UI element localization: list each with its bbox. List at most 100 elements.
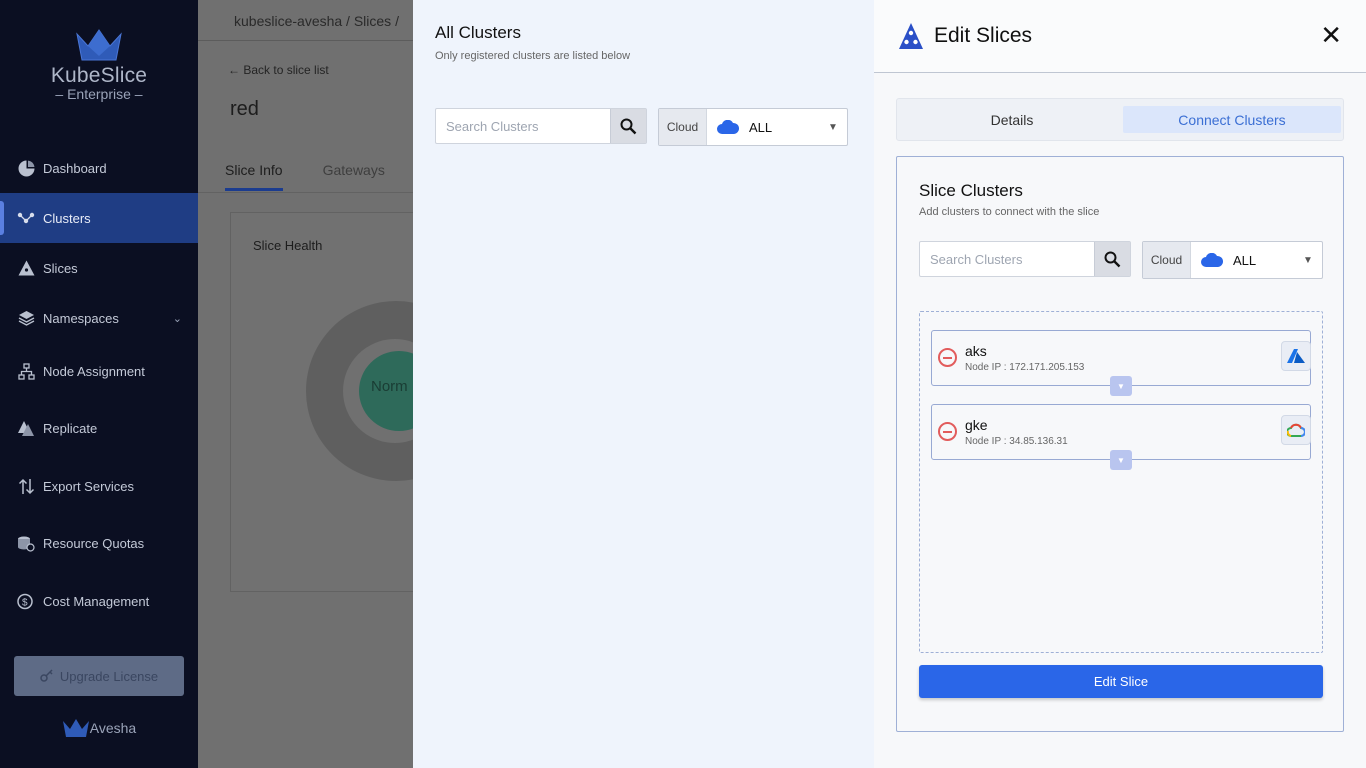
back-link-label: Back to slice list <box>243 63 329 77</box>
svg-text:$: $ <box>22 597 28 608</box>
slices-icon <box>16 258 36 278</box>
sidebar-item-label: Dashboard <box>43 160 107 176</box>
slice-health-card: Slice Health Norm <box>230 212 486 592</box>
sidebar-item-label: Clusters <box>43 210 91 226</box>
sidebar-item-slices[interactable]: Slices <box>0 243 198 293</box>
sidebar-item-cost-management[interactable]: $ Cost Management <box>0 572 198 630</box>
cluster-name: aks <box>965 343 987 359</box>
search-icon <box>1104 251 1121 267</box>
namespaces-icon <box>16 308 36 328</box>
all-clusters-panel: All Clusters Only registered clusters ar… <box>413 0 874 768</box>
remove-cluster-icon[interactable] <box>938 422 957 441</box>
tab-gateways[interactable]: Gateways <box>323 162 385 191</box>
dashboard-icon <box>16 158 36 178</box>
cloud-filter-value: ALL <box>707 109 819 145</box>
azure-icon <box>1281 341 1311 371</box>
slice-logo-icon <box>899 23 923 49</box>
sidebar-item-label: Resource Quotas <box>43 536 145 551</box>
cloud-value-text: ALL <box>749 119 773 135</box>
cluster-node-ip: Node IP : 34.85.136.31 <box>965 436 1068 447</box>
tab-connect-clusters[interactable]: Connect Clusters <box>1123 106 1341 133</box>
sidebar-item-replicate[interactable]: Replicate <box>0 400 198 457</box>
slice-tabs: Slice Info Gateways <box>225 162 385 191</box>
export-services-icon <box>16 476 36 496</box>
expand-chevron-icon[interactable]: ▼ <box>1110 376 1132 396</box>
search-button[interactable] <box>1094 242 1130 276</box>
slice-health-title: Slice Health <box>253 238 323 253</box>
cost-management-icon: $ <box>16 591 36 611</box>
resource-quotas-icon <box>16 534 36 554</box>
node-assignment-icon <box>16 362 36 382</box>
search-button[interactable] <box>610 109 646 143</box>
edit-slices-panel: Edit Slices ✕ Details Connect Clusters S… <box>874 0 1366 768</box>
cloud-filter-label: Cloud <box>1143 242 1191 278</box>
cloud-filter-select[interactable]: Cloud ALL ▼ <box>658 108 848 146</box>
remove-cluster-icon[interactable] <box>938 348 957 367</box>
upgrade-license-button[interactable]: Upgrade License <box>14 656 184 696</box>
cluster-card-aks[interactable]: aks Node IP : 172.171.205.153 ▼ <box>931 330 1311 396</box>
cluster-node-ip: Node IP : 172.171.205.153 <box>965 362 1085 373</box>
caret-down-icon: ▼ <box>828 121 838 133</box>
edit-slices-title: Edit Slices <box>934 24 1033 47</box>
sidebar-item-dashboard[interactable]: Dashboard <box>0 143 198 193</box>
breadcrumb[interactable]: kubeslice-avesha / Slices / <box>234 13 399 29</box>
sidebar-item-export-services[interactable]: Export Services <box>0 457 198 515</box>
sidebar-item-resource-quotas[interactable]: Resource Quotas <box>0 515 198 572</box>
cloud-icon <box>717 120 739 134</box>
cluster-name: gke <box>965 417 988 433</box>
expand-chevron-icon[interactable]: ▼ <box>1110 450 1132 470</box>
back-to-slice-list-link[interactable]: ← Back to slice list <box>228 63 329 77</box>
all-clusters-subtitle: Only registered clusters are listed belo… <box>435 50 631 62</box>
crown-logo-icon <box>76 29 122 61</box>
sidebar: KubeSlice – Enterprise – Dashboard Clust… <box>0 0 198 768</box>
sidebar-item-label: Replicate <box>43 421 98 436</box>
search-icon <box>620 118 637 134</box>
chevron-down-icon[interactable]: ⌄ <box>173 312 182 325</box>
cluster-card-gke[interactable]: gke Node IP : 34.85.136.31 ▼ <box>931 404 1311 470</box>
sidebar-item-node-assignment[interactable]: Node Assignment <box>0 343 198 400</box>
cloud-filter-select[interactable]: Cloud ALL ▼ <box>1142 241 1323 279</box>
tab-slice-info[interactable]: Slice Info <box>225 162 283 191</box>
cloud-value-text: ALL <box>1233 252 1257 268</box>
sidebar-item-namespaces[interactable]: Namespaces ⌄ <box>0 293 198 343</box>
sidebar-item-clusters[interactable]: Clusters <box>0 193 198 243</box>
sidebar-item-label: Export Services <box>43 478 135 494</box>
cloud-filter-label: Cloud <box>659 109 707 145</box>
search-input[interactable]: Search Clusters <box>436 109 610 143</box>
sidebar-item-label: Slices <box>43 260 78 276</box>
close-icon[interactable]: ✕ <box>1320 22 1342 48</box>
caret-down-icon: ▼ <box>1303 254 1313 266</box>
slice-clusters-title: Slice Clusters <box>919 181 1023 200</box>
avesha-brand-text: Avesha <box>89 720 137 736</box>
brand-edition: – Enterprise – <box>55 86 143 102</box>
avesha-logo: Avesha <box>0 718 198 738</box>
slice-name-heading: red <box>230 98 259 120</box>
cloud-filter-value: ALL <box>1191 242 1294 278</box>
cloud-icon <box>1201 253 1223 267</box>
upgrade-license-label: Upgrade License <box>59 668 159 684</box>
all-clusters-title: All Clusters <box>435 23 521 42</box>
slice-clusters-section: Slice Clusters Add clusters to connect w… <box>896 156 1344 732</box>
clusters-icon <box>16 208 36 228</box>
edit-slices-tabs: Details Connect Clusters <box>896 98 1344 141</box>
slice-clusters-search: Search Clusters <box>919 241 1131 277</box>
edit-slices-header: Edit Slices ✕ <box>874 0 1366 73</box>
tab-details[interactable]: Details <box>905 106 1119 133</box>
connected-clusters-dropzone[interactable]: aks Node IP : 172.171.205.153 ▼ gke Node… <box>919 311 1323 653</box>
breadcrumb-divider <box>198 40 414 41</box>
sidebar-nav: Dashboard Clusters Slices Namespaces ⌄ N… <box>0 143 198 630</box>
edition-text: Enterprise <box>67 86 131 102</box>
gcp-icon <box>1281 415 1311 445</box>
replicate-icon <box>16 419 36 439</box>
key-icon <box>40 668 54 685</box>
kubeslice-logo: KubeSlice – Enterprise – <box>0 28 198 102</box>
avesha-crown-icon <box>62 719 89 737</box>
slice-clusters-subtitle: Add clusters to connect with the slice <box>919 206 1100 218</box>
slice-detail-page: kubeslice-avesha / Slices / ← Back to sl… <box>198 0 486 768</box>
sidebar-item-label: Cost Management <box>43 593 150 609</box>
sidebar-item-label: Node Assignment <box>43 364 145 379</box>
edit-slice-button[interactable]: Edit Slice <box>919 665 1323 698</box>
all-clusters-search: Search Clusters <box>435 108 647 144</box>
sidebar-item-label: Namespaces <box>43 310 119 326</box>
search-input[interactable]: Search Clusters <box>920 242 1094 276</box>
